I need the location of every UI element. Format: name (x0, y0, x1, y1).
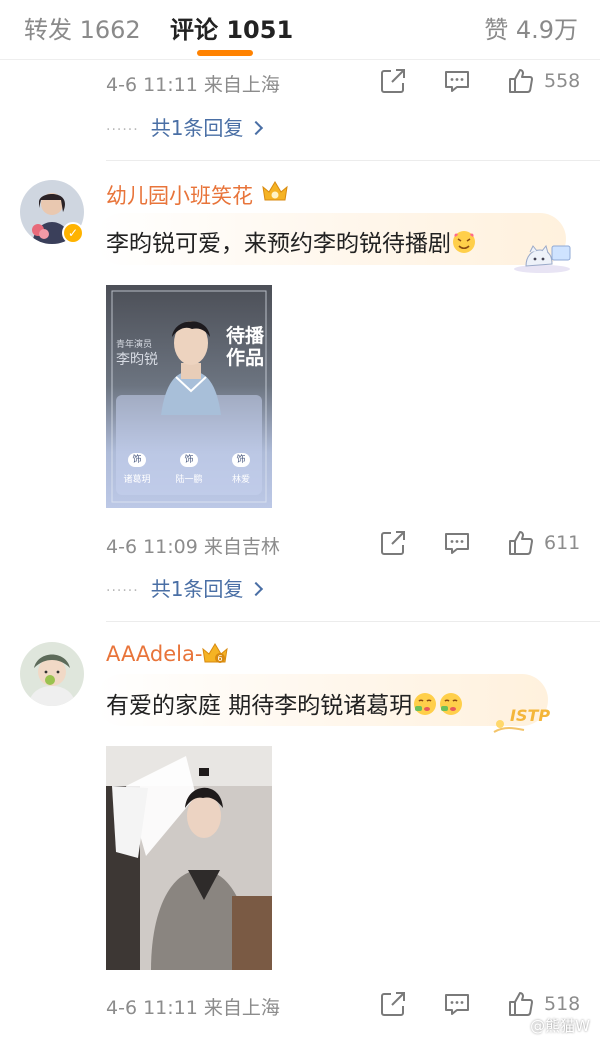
comment-text: 有爱的家庭 期待李昀锐诸葛玥 (106, 686, 464, 720)
comment-tabs: 转发 1662 评论 1051 赞 4.9万 (0, 0, 600, 60)
crying-love-emoji-icon (451, 229, 477, 255)
comment-meta: 4-6 11:11 来自上海 518 (106, 989, 586, 1019)
comment-text-body: 有爱的家庭 期待李昀锐诸葛玥 (106, 693, 413, 719)
cat-decoration-icon (512, 240, 574, 278)
role-name: 林爱 (231, 475, 250, 485)
istp-decoration-icon: ISTP (486, 698, 564, 738)
chevron-right-icon (249, 581, 264, 597)
share-icon[interactable] (378, 989, 408, 1019)
verified-icon: ✓ (62, 222, 84, 244)
comment-divider (106, 160, 600, 161)
kiss-emoji-icon (412, 691, 438, 717)
poster-side-text: 待播作品 (225, 325, 264, 369)
comment-icon[interactable] (442, 989, 472, 1019)
view-replies-link[interactable]: ······ 共1条回复 (106, 112, 264, 141)
tab-active-indicator (197, 50, 253, 56)
like-icon[interactable] (506, 528, 536, 558)
comment-time-location: 4-6 11:11 来自上海 (106, 74, 280, 96)
role-tag: 饰 (232, 453, 250, 467)
comment-username[interactable]: 幼儿园小班笑花 (106, 180, 253, 210)
like-count: 611 (544, 532, 581, 554)
crown-badge-icon: 6 (200, 640, 230, 666)
comment-meta: 4-6 11:11 来自上海 558 (106, 66, 586, 96)
share-icon[interactable] (378, 66, 408, 96)
role-tag: 饰 (180, 453, 198, 467)
role-name: 诸葛玥 (123, 475, 151, 485)
role-name: 陆一鹏 (175, 475, 203, 485)
chevron-right-icon (249, 120, 264, 136)
role-tag: 饰 (128, 453, 146, 467)
crown-level: 6 (217, 654, 222, 663)
comment-image-poster[interactable]: 待播作品 青年演员 李昀锐 饰 饰 饰 诸葛玥 陆一鹏 林爱 (106, 285, 272, 508)
like-count: 518 (544, 993, 581, 1015)
watermark: @熊猫W (530, 1017, 590, 1035)
poster-role-names: 诸葛玥 陆一鹏 林爱 (114, 472, 264, 486)
share-icon[interactable] (378, 528, 408, 558)
comment-icon[interactable] (442, 528, 472, 558)
tab-like[interactable]: 赞 4.9万 (484, 10, 578, 45)
kiss-emoji-icon (438, 691, 464, 717)
view-replies-link[interactable]: ······ 共1条回复 (106, 573, 264, 602)
comment-divider (106, 621, 600, 622)
reply-dots: ······ (106, 121, 139, 138)
comment-text-body: 李昀锐可爱，来预约李昀锐待播剧 (106, 231, 451, 257)
comment-image-photo[interactable] (106, 746, 272, 970)
comment-time-location: 4-6 11:09 来自吉林 (106, 536, 280, 558)
avatar[interactable] (20, 642, 84, 706)
like-count: 558 (544, 70, 581, 92)
reply-link-label: 共1条回复 (150, 577, 244, 601)
comment-icon[interactable] (442, 66, 472, 96)
tab-repost[interactable]: 转发 1662 (24, 10, 141, 45)
reply-dots: ······ (106, 582, 139, 599)
crown-badge-icon (260, 178, 290, 204)
comment-time-location: 4-6 11:11 来自上海 (106, 997, 280, 1019)
comment-text: 李昀锐可爱，来预约李昀锐待播剧 (106, 224, 477, 258)
istp-badge: ISTP (510, 706, 551, 725)
poster-role-tags: 饰 饰 饰 (118, 453, 260, 469)
reply-link-label: 共1条回复 (150, 116, 244, 140)
comment-meta: 4-6 11:09 来自吉林 611 (106, 528, 586, 558)
comment-username[interactable]: AAAdela- (106, 642, 202, 666)
like-icon[interactable] (506, 66, 536, 96)
tab-comment[interactable]: 评论 1051 (170, 10, 293, 45)
poster-actor-name: 李昀锐 (116, 352, 158, 368)
